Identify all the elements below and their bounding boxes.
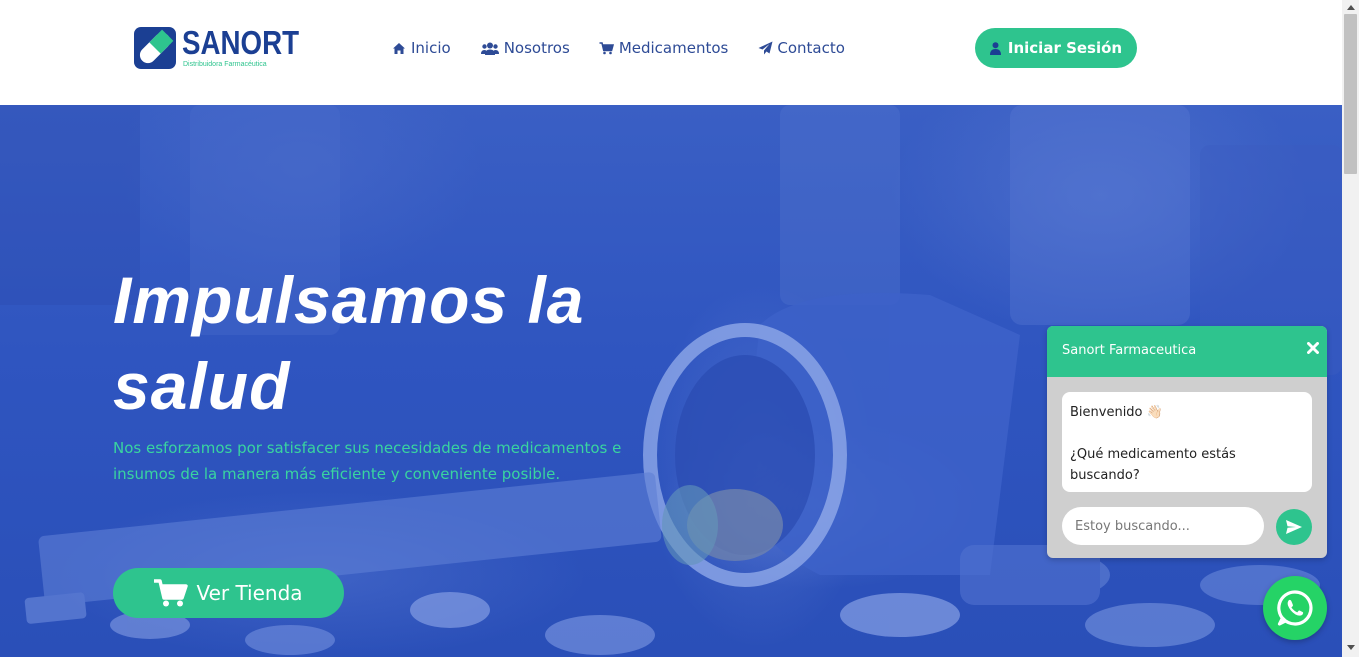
users-icon	[480, 41, 500, 55]
paper-plane-icon	[757, 41, 773, 55]
site-header: SANORT Distribuidora Farmacéutica Inicio…	[0, 0, 1342, 105]
login-button[interactable]: Iniciar Sesión	[975, 28, 1137, 68]
nav-label: Contacto	[777, 39, 845, 57]
pill-logo-icon	[134, 27, 176, 69]
nav-item-medicamentos[interactable]: Medicamentos	[599, 39, 729, 57]
nav-label: Nosotros	[503, 39, 570, 57]
nav-item-contacto[interactable]: Contacto	[757, 39, 845, 57]
cart-icon	[599, 41, 615, 55]
nav-item-nosotros[interactable]: Nosotros	[480, 39, 570, 57]
close-icon[interactable]	[1304, 339, 1322, 357]
main-nav: Inicio Nosotros Medicamentos Contacto	[391, 38, 874, 58]
chat-title: Sanort Farmaceutica	[1062, 343, 1197, 358]
scroll-down-arrow-icon[interactable]	[1342, 640, 1359, 654]
hero-title: Impulsamos la salud	[113, 263, 585, 423]
login-label: Iniciar Sesión	[1007, 39, 1123, 57]
brand-name: SANORT	[182, 24, 300, 61]
hero-subtitle: Nos esforzamos por satisfacer sus necesi…	[113, 439, 622, 483]
chat-message-bubble: Bienvenido 👋🏻 ¿Qué medicamento estás bus…	[1062, 392, 1312, 492]
page-scrollbar[interactable]	[1342, 0, 1359, 657]
brand-tagline: Distribuidora Farmacéutica	[183, 61, 267, 68]
send-icon[interactable]	[1276, 509, 1312, 545]
chat-widget: Sanort Farmaceutica Bienvenido 👋🏻 ¿Qué m…	[1047, 326, 1327, 558]
ver-tienda-label: Ver Tienda	[196, 581, 303, 605]
shopping-cart-icon	[154, 579, 189, 607]
ver-tienda-button[interactable]: Ver Tienda	[113, 568, 344, 618]
chat-header: Sanort Farmaceutica	[1047, 326, 1327, 377]
nav-label: Inicio	[411, 39, 451, 57]
chat-question: ¿Qué medicamento estás buscando?	[1070, 447, 1236, 483]
whatsapp-icon	[1277, 590, 1313, 626]
user-icon	[989, 41, 1001, 55]
nav-item-inicio[interactable]: Inicio	[391, 39, 451, 57]
chat-greeting: Bienvenido 👋🏻	[1070, 405, 1163, 420]
whatsapp-button[interactable]	[1263, 576, 1327, 640]
brand-logo[interactable]: SANORT Distribuidora Farmacéutica	[133, 24, 299, 72]
scroll-thumb[interactable]	[1344, 14, 1357, 174]
nav-label: Medicamentos	[618, 39, 729, 57]
chat-input[interactable]	[1062, 507, 1264, 545]
home-icon	[391, 41, 407, 55]
scroll-up-arrow-icon[interactable]	[1342, 0, 1359, 14]
